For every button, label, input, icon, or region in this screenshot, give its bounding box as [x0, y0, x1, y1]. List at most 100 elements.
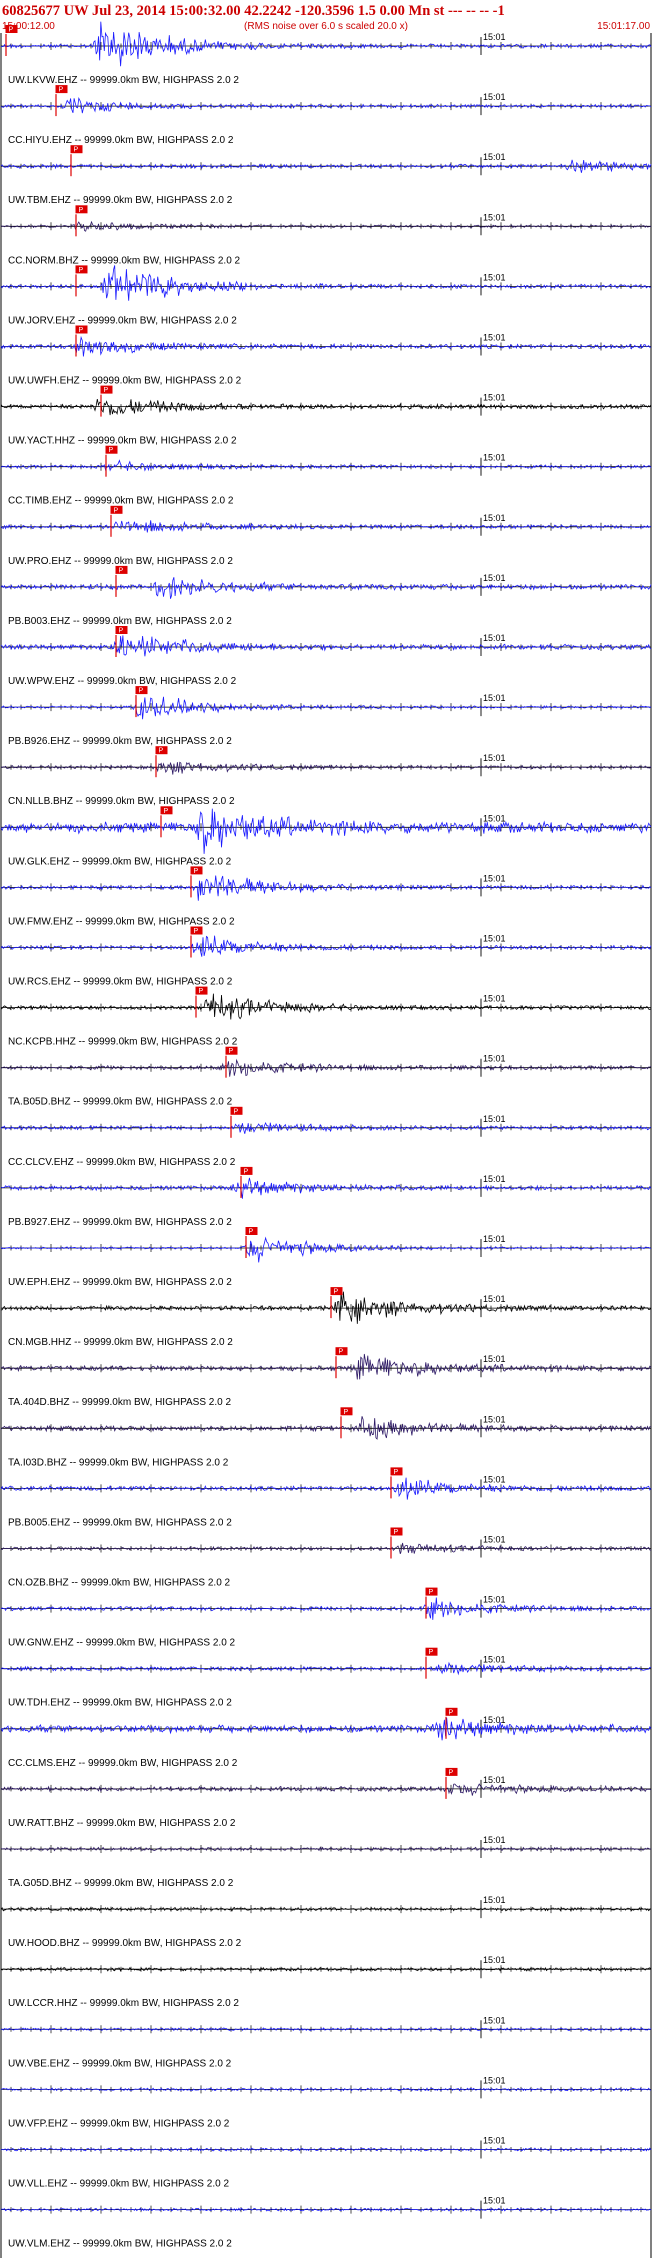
minute-label: 15:01 [483, 1835, 506, 1845]
channel-label: PB.B927.EHZ -- 99999.0km BW, HIGHPASS 2.… [8, 1217, 232, 1228]
minute-label: 15:01 [483, 272, 506, 282]
pick-label: P [79, 267, 84, 274]
minute-label: 15:01 [483, 1414, 506, 1424]
pick-label: P [74, 147, 79, 154]
channel-label: UW.WPW.EHZ -- 99999.0km BW, HIGHPASS 2.0… [8, 676, 237, 687]
minute-label: 15:01 [483, 2075, 506, 2085]
event-title: 60825677 UW Jul 23, 2014 15:00:32.00 42.… [2, 3, 505, 19]
minute-label: 15:01 [483, 212, 506, 222]
plot-background [0, 0, 652, 2258]
minute-label: 15:01 [483, 1294, 506, 1304]
minute-label: 15:01 [483, 393, 506, 403]
pick-label: P [139, 688, 144, 695]
channel-label: CC.TIMB.EHZ -- 99999.0km BW, HIGHPASS 2.… [8, 496, 234, 507]
minute-label: 15:01 [483, 333, 506, 343]
pick-label: P [334, 1289, 339, 1296]
pick-label: P [114, 507, 119, 514]
channel-label: UW.VLM.EHZ -- 99999.0km BW, HIGHPASS 2.0… [8, 2239, 232, 2250]
channel-label: UW.PRO.EHZ -- 99999.0km BW, HIGHPASS 2.0… [8, 556, 233, 567]
minute-label: 15:01 [483, 873, 506, 883]
channel-label: CC.NORM.BHZ -- 99999.0km BW, HIGHPASS 2.… [8, 255, 241, 266]
minute-label: 15:01 [483, 934, 506, 944]
pick-label: P [9, 27, 14, 34]
minute-label: 15:01 [483, 1655, 506, 1665]
channel-label: CN.MGB.HHZ -- 99999.0km BW, HIGHPASS 2.0… [8, 1337, 233, 1348]
channel-label: UW.LCCR.HHZ -- 99999.0km BW, HIGHPASS 2.… [8, 1998, 239, 2009]
channel-label: UW.TDH.EHZ -- 99999.0km BW, HIGHPASS 2.0… [8, 1698, 232, 1709]
pick-label: P [229, 1048, 234, 1055]
minute-label: 15:01 [483, 1174, 506, 1184]
pick-label: P [344, 1409, 349, 1416]
channel-label: UW.TBM.EHZ -- 99999.0km BW, HIGHPASS 2.0… [8, 195, 233, 206]
channel-label: UW.RCS.EHZ -- 99999.0km BW, HIGHPASS 2.0… [8, 977, 233, 988]
end-time-label: 15:01:17.00 [597, 21, 650, 32]
pick-label: P [104, 387, 109, 394]
pick-label: P [429, 1589, 434, 1596]
channel-label: PB.B005.EHZ -- 99999.0km BW, HIGHPASS 2.… [8, 1517, 232, 1528]
channel-label: UW.YACT.HHZ -- 99999.0km BW, HIGHPASS 2.… [8, 436, 237, 447]
minute-label: 15:01 [483, 1715, 506, 1725]
channel-label: UW.GLK.EHZ -- 99999.0km BW, HIGHPASS 2.0… [8, 856, 232, 867]
channel-label: CC.CLMS.EHZ -- 99999.0km BW, HIGHPASS 2.… [8, 1758, 238, 1769]
seismogram-plot: 60825677 UW Jul 23, 2014 15:00:32.00 42.… [0, 0, 652, 2258]
rms-note-label: (RMS noise over 6.0 s scaled 20.0 x) [244, 21, 408, 32]
minute-label: 15:01 [483, 2136, 506, 2146]
minute-label: 15:01 [483, 453, 506, 463]
channel-label: TA.G05D.BHZ -- 99999.0km BW, HIGHPASS 2.… [8, 1878, 234, 1889]
pick-label: P [164, 808, 169, 815]
channel-label: UW.VBE.EHZ -- 99999.0km BW, HIGHPASS 2.0… [8, 2058, 232, 2069]
channel-label: UW.EPH.EHZ -- 99999.0km BW, HIGHPASS 2.0… [8, 1277, 232, 1288]
pick-label: P [59, 87, 64, 94]
pick-label: P [394, 1529, 399, 1536]
pick-label: P [449, 1769, 454, 1776]
channel-label: UW.LKVW.EHZ -- 99999.0km BW, HIGHPASS 2.… [8, 75, 239, 86]
channel-label: UW.VFP.EHZ -- 99999.0km BW, HIGHPASS 2.0… [8, 2118, 230, 2129]
channel-label: PB.B003.EHZ -- 99999.0km BW, HIGHPASS 2.… [8, 616, 232, 627]
minute-label: 15:01 [483, 813, 506, 823]
pick-label: P [119, 628, 124, 635]
pick-label: P [249, 1229, 254, 1236]
pick-label: P [244, 1168, 249, 1175]
minute-label: 15:01 [483, 1474, 506, 1484]
pick-label: P [339, 1349, 344, 1356]
channel-label: UW.GNW.EHZ -- 99999.0km BW, HIGHPASS 2.0… [8, 1638, 236, 1649]
channel-label: TA.I03D.BHZ -- 99999.0km BW, HIGHPASS 2.… [8, 1457, 229, 1468]
pick-label: P [194, 928, 199, 935]
minute-label: 15:01 [483, 1955, 506, 1965]
minute-label: 15:01 [483, 573, 506, 583]
channel-label: NC.KCPB.HHZ -- 99999.0km BW, HIGHPASS 2.… [8, 1037, 238, 1048]
pick-label: P [194, 868, 199, 875]
minute-label: 15:01 [483, 513, 506, 523]
pick-label: P [79, 327, 84, 334]
minute-label: 15:01 [483, 994, 506, 1004]
channel-label: UW.RATT.BHZ -- 99999.0km BW, HIGHPASS 2.… [8, 1818, 236, 1829]
channel-label: UW.UWFH.EHZ -- 99999.0km BW, HIGHPASS 2.… [8, 376, 242, 387]
channel-label: UW.HOOD.BHZ -- 99999.0km BW, HIGHPASS 2.… [8, 1938, 242, 1949]
channel-label: CC.HIYU.EHZ -- 99999.0km BW, HIGHPASS 2.… [8, 135, 234, 146]
pick-label: P [429, 1649, 434, 1656]
minute-label: 15:01 [483, 1354, 506, 1364]
minute-label: 15:01 [483, 152, 506, 162]
minute-label: 15:01 [483, 1895, 506, 1905]
channel-label: TA.404D.BHZ -- 99999.0km BW, HIGHPASS 2.… [8, 1397, 231, 1408]
minute-label: 15:01 [483, 92, 506, 102]
channel-label: CC.CLCV.EHZ -- 99999.0km BW, HIGHPASS 2.… [8, 1157, 236, 1168]
minute-label: 15:01 [483, 1114, 506, 1124]
minute-label: 15:01 [483, 32, 506, 42]
channel-label: UW.VLL.EHZ -- 99999.0km BW, HIGHPASS 2.0… [8, 2179, 229, 2190]
pick-label: P [119, 567, 124, 574]
minute-label: 15:01 [483, 753, 506, 763]
channel-label: CN.NLLB.BHZ -- 99999.0km BW, HIGHPASS 2.… [8, 796, 235, 807]
minute-label: 15:01 [483, 1535, 506, 1545]
pick-label: P [109, 447, 114, 454]
minute-label: 15:01 [483, 1775, 506, 1785]
pick-label: P [449, 1709, 454, 1716]
pick-label: P [79, 207, 84, 214]
channel-label: UW.FMW.EHZ -- 99999.0km BW, HIGHPASS 2.0… [8, 916, 235, 927]
pick-label: P [199, 988, 204, 995]
pick-label: P [159, 748, 164, 755]
minute-label: 15:01 [483, 1595, 506, 1605]
channel-label: CN.OZB.BHZ -- 99999.0km BW, HIGHPASS 2.0… [8, 1578, 231, 1589]
channel-label: PB.B926.EHZ -- 99999.0km BW, HIGHPASS 2.… [8, 736, 232, 747]
channel-label: UW.JORV.EHZ -- 99999.0km BW, HIGHPASS 2.… [8, 315, 237, 326]
